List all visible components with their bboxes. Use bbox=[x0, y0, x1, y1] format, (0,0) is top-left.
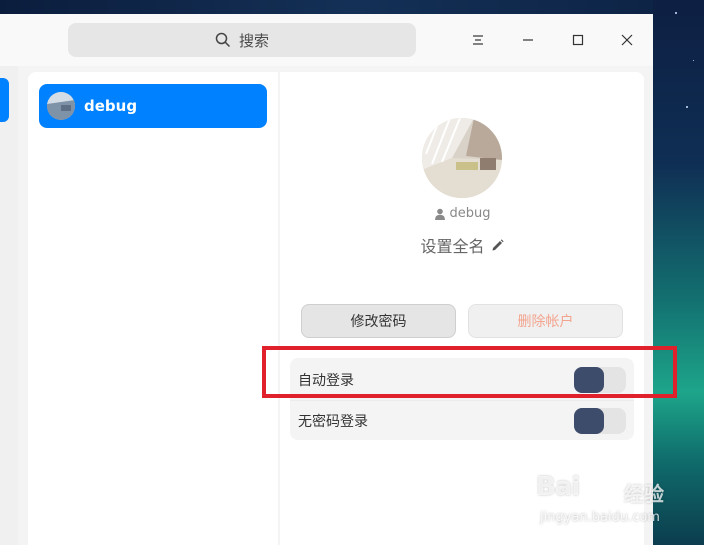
search-box[interactable]: 搜索 bbox=[68, 23, 416, 57]
maximize-button[interactable] bbox=[566, 28, 590, 52]
avatar bbox=[47, 92, 75, 120]
avatar-large[interactable] bbox=[422, 118, 502, 198]
user-icon bbox=[434, 208, 445, 220]
menu-icon bbox=[473, 35, 483, 45]
paw-logo-icon bbox=[598, 474, 618, 499]
close-button[interactable] bbox=[615, 28, 639, 52]
desktop-wallpaper-right bbox=[653, 0, 704, 545]
maximize-icon bbox=[572, 34, 584, 46]
search-icon bbox=[215, 32, 231, 48]
delete-account-button[interactable]: 删除帐户 bbox=[468, 304, 623, 338]
wallpaper-star bbox=[686, 106, 688, 108]
minimize-button[interactable] bbox=[516, 28, 540, 52]
account-list-item[interactable]: debug bbox=[39, 84, 267, 128]
titlebar: 搜索 bbox=[0, 14, 653, 66]
annotation-highlight-box bbox=[262, 346, 677, 398]
username-line: debug bbox=[280, 206, 644, 221]
module-nav-strip bbox=[0, 66, 18, 545]
watermark-brand-right: 经验 bbox=[624, 482, 664, 506]
passwordless-login-label: 无密码登录 bbox=[298, 413, 368, 430]
username: debug bbox=[449, 206, 491, 221]
baidu-jingyan-watermark: Bai 经验 jingyan.baidu.com bbox=[536, 470, 696, 530]
passwordless-login-row: 无密码登录 bbox=[290, 400, 634, 440]
account-list-panel: debug bbox=[28, 72, 278, 545]
menu-button[interactable] bbox=[466, 28, 490, 52]
account-list-item-name: debug bbox=[84, 97, 138, 115]
full-name-placeholder: 设置全名 bbox=[420, 237, 485, 256]
edit-pencil-icon[interactable] bbox=[491, 238, 504, 252]
desktop-wallpaper-top bbox=[0, 0, 704, 14]
full-name-line[interactable]: 设置全名 bbox=[280, 233, 644, 257]
search-label: 搜索 bbox=[238, 31, 269, 50]
wallpaper-star bbox=[675, 12, 677, 14]
nav-selected-indicator[interactable] bbox=[0, 78, 9, 122]
toggle-knob bbox=[574, 407, 604, 434]
close-icon bbox=[621, 34, 633, 46]
wallpaper-star bbox=[693, 60, 694, 61]
watermark-brand-left: Bai bbox=[536, 472, 580, 502]
passwordless-login-toggle[interactable] bbox=[574, 407, 626, 434]
watermark-url: jingyan.baidu.com bbox=[540, 510, 660, 525]
account-settings-window: 搜索 debug debug 设置全名 修改密码 删除帐户 自动登录 无密码登录 bbox=[0, 14, 653, 545]
minimize-icon bbox=[523, 39, 533, 41]
change-password-button[interactable]: 修改密码 bbox=[301, 304, 456, 338]
